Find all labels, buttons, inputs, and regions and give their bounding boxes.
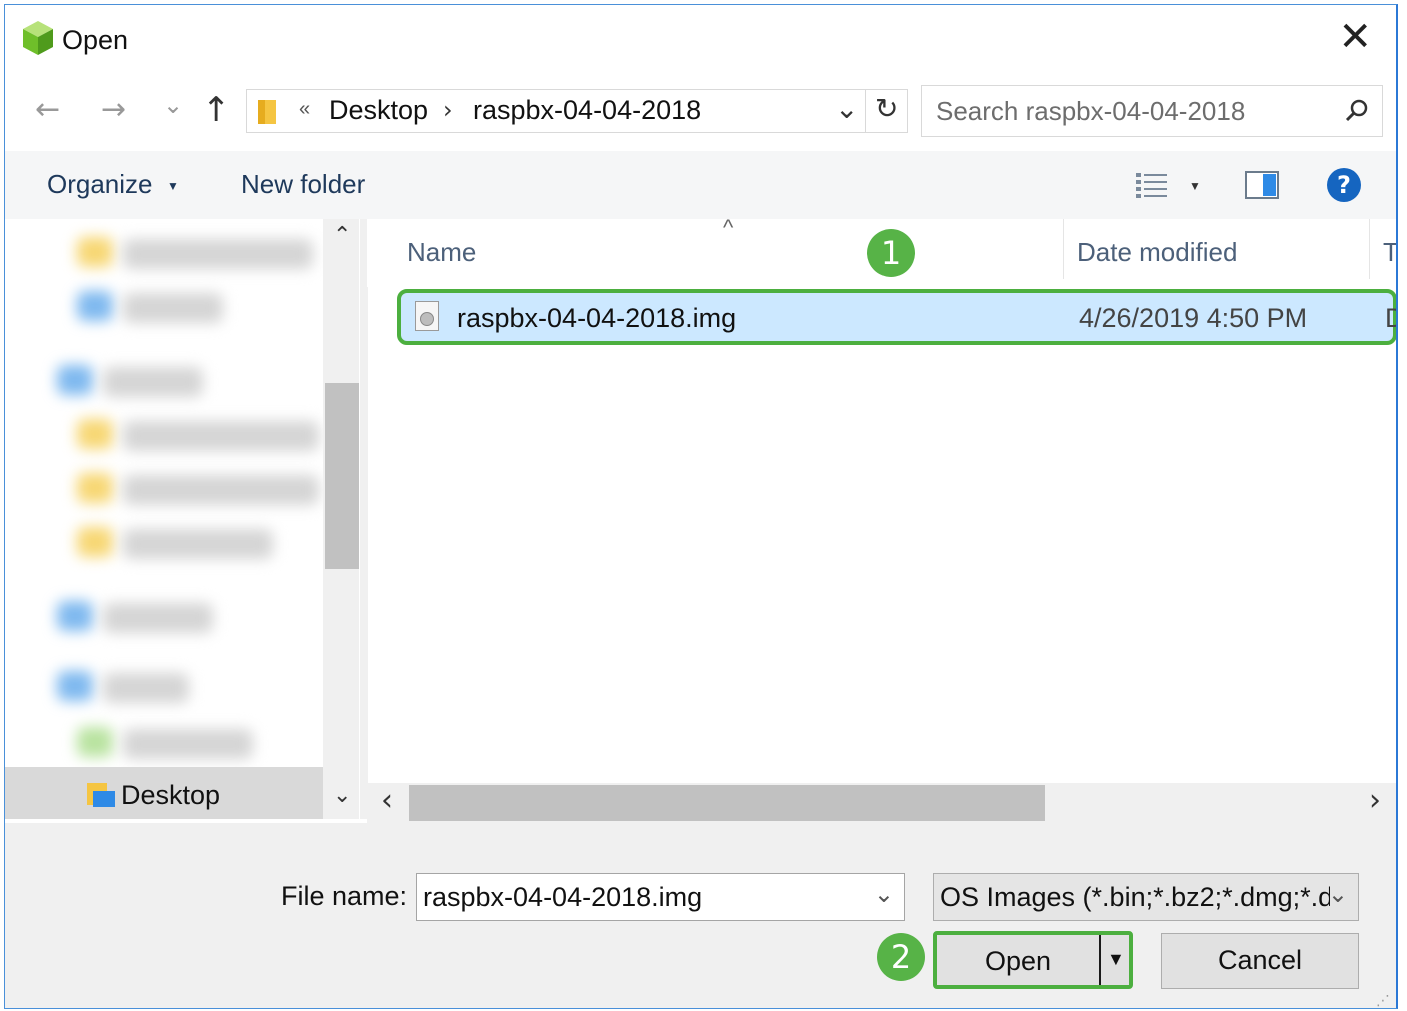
blurred-folder-icon [57,365,93,395]
search-input[interactable]: Search raspbx-04-04-2018 [936,96,1245,127]
cancel-button[interactable]: Cancel [1161,933,1359,989]
blurred-folder-icon [77,419,113,449]
window-title: Open [62,25,129,55]
dialog-footer: File name: raspbx-04-04-2018.img ⌄ OS Im… [5,823,1396,1008]
title-bar: Open ✕ [5,5,1396,77]
address-dropdown-icon[interactable]: ⌄ [835,92,858,125]
search-box[interactable]: Search raspbx-04-04-2018 [921,85,1383,137]
breadcrumb-separator-icon: › [443,96,453,124]
blurred-folder-icon [57,671,93,701]
blurred-nav-item[interactable] [123,239,313,269]
disc-image-file-icon [415,301,439,331]
help-icon[interactable]: ? [1327,168,1361,202]
blurred-nav-item[interactable] [103,603,213,633]
file-name-label: File name: [281,881,408,911]
back-arrow-icon[interactable]: ← [35,95,60,125]
desktop-folder-icon [87,783,115,807]
address-overflow-icon[interactable]: « [299,98,310,121]
file-name-dropdown-icon[interactable]: ⌄ [874,880,894,908]
scroll-left-icon[interactable]: ‹ [381,783,393,818]
new-folder-button[interactable]: New folder [241,169,365,200]
search-icon[interactable] [1344,98,1370,124]
view-dropdown-icon[interactable]: ▼ [1189,179,1201,193]
command-bar: Organize ▼ New folder ▼ ? [5,151,1396,219]
folder-icon [258,100,276,124]
column-divider[interactable] [1369,219,1370,279]
blurred-folder-icon [77,527,113,557]
file-name: raspbx-04-04-2018.img [457,303,737,333]
view-options-icon[interactable] [1135,171,1169,201]
navigation-pane: Desktop [5,219,323,819]
blurred-nav-item[interactable] [123,293,223,323]
resize-grip-icon[interactable]: ⋰ [1376,993,1390,1008]
organize-menu[interactable]: Organize [47,169,153,200]
file-type-filter: OS Images (*.bin;*.bz2;*.dmg;*.d [940,882,1330,912]
breadcrumb-current-folder[interactable]: raspbx-04-04-2018 [473,95,701,126]
pane-divider[interactable] [360,219,368,819]
blurred-nav-item[interactable] [103,673,189,703]
open-button-label: Open [984,946,1052,976]
nav-pane-scroll-thumb[interactable] [325,383,359,569]
open-options-dropdown-icon[interactable]: ▼ [1107,949,1125,970]
file-list-scroll-thumb[interactable] [409,785,1045,821]
file-name-input[interactable]: raspbx-04-04-2018.img [423,882,863,913]
open-button[interactable]: Open [937,935,1099,985]
column-divider[interactable] [1063,219,1064,279]
blurred-folder-icon [77,727,113,757]
blurred-nav-item[interactable] [123,475,319,505]
scroll-down-icon[interactable]: ⌄ [333,783,351,808]
file-type-select[interactable]: OS Images (*.bin;*.bz2;*.dmg;*.d ⌄ [933,873,1359,921]
blurred-folder-icon [57,601,93,631]
file-type-dropdown-icon[interactable]: ⌄ [1328,880,1348,908]
blurred-folder-icon [77,237,113,267]
app-icon [23,21,53,55]
scroll-right-icon[interactable]: › [1369,783,1381,818]
forward-arrow-icon[interactable]: → [101,95,126,125]
step-2-badge: 2 [877,933,925,981]
breadcrumb-desktop[interactable]: Desktop [329,95,428,126]
file-date-modified: 4/26/2019 4:50 PM [1079,303,1308,333]
blurred-nav-item[interactable] [123,729,253,759]
scroll-up-icon[interactable]: ⌃ [333,223,351,248]
nav-item-desktop[interactable]: Desktop [5,767,323,819]
address-bar[interactable]: « Desktop › raspbx-04-04-2018 ⌄ ↻ [246,89,908,133]
blurred-nav-item[interactable] [103,367,203,397]
open-dialog: Open ✕ ← → ⌄ ↑ « Desktop › raspbx-04-04-… [4,4,1398,1009]
column-header-date-modified[interactable]: Date modified [1077,237,1237,268]
column-header-type[interactable]: T [1383,237,1396,268]
blurred-nav-item[interactable] [123,529,273,559]
preview-pane-icon[interactable] [1245,171,1279,199]
file-row[interactable]: raspbx-04-04-2018.img 4/26/2019 4:50 PM … [397,289,1396,345]
column-header-name[interactable]: Name [407,237,476,268]
organize-dropdown-icon: ▼ [167,179,179,193]
up-arrow-icon[interactable]: ↑ [202,93,231,127]
file-name-combobox[interactable]: raspbx-04-04-2018.img ⌄ [416,873,905,921]
refresh-icon[interactable]: ↻ [875,92,898,125]
close-icon[interactable]: ✕ [1338,17,1372,57]
step-1-badge: 1 [867,229,915,277]
recent-locations-icon[interactable]: ⌄ [163,93,183,117]
open-split-button: Open ▼ [933,931,1133,989]
blurred-folder-icon [77,473,113,503]
nav-item-label: Desktop [121,780,221,810]
cancel-button-label: Cancel [1217,945,1303,975]
blurred-nav-item[interactable] [123,421,319,451]
sort-ascending-icon: ^ [723,215,734,240]
blurred-folder-icon [77,291,113,321]
file-type-clipped: D [1385,303,1396,334]
